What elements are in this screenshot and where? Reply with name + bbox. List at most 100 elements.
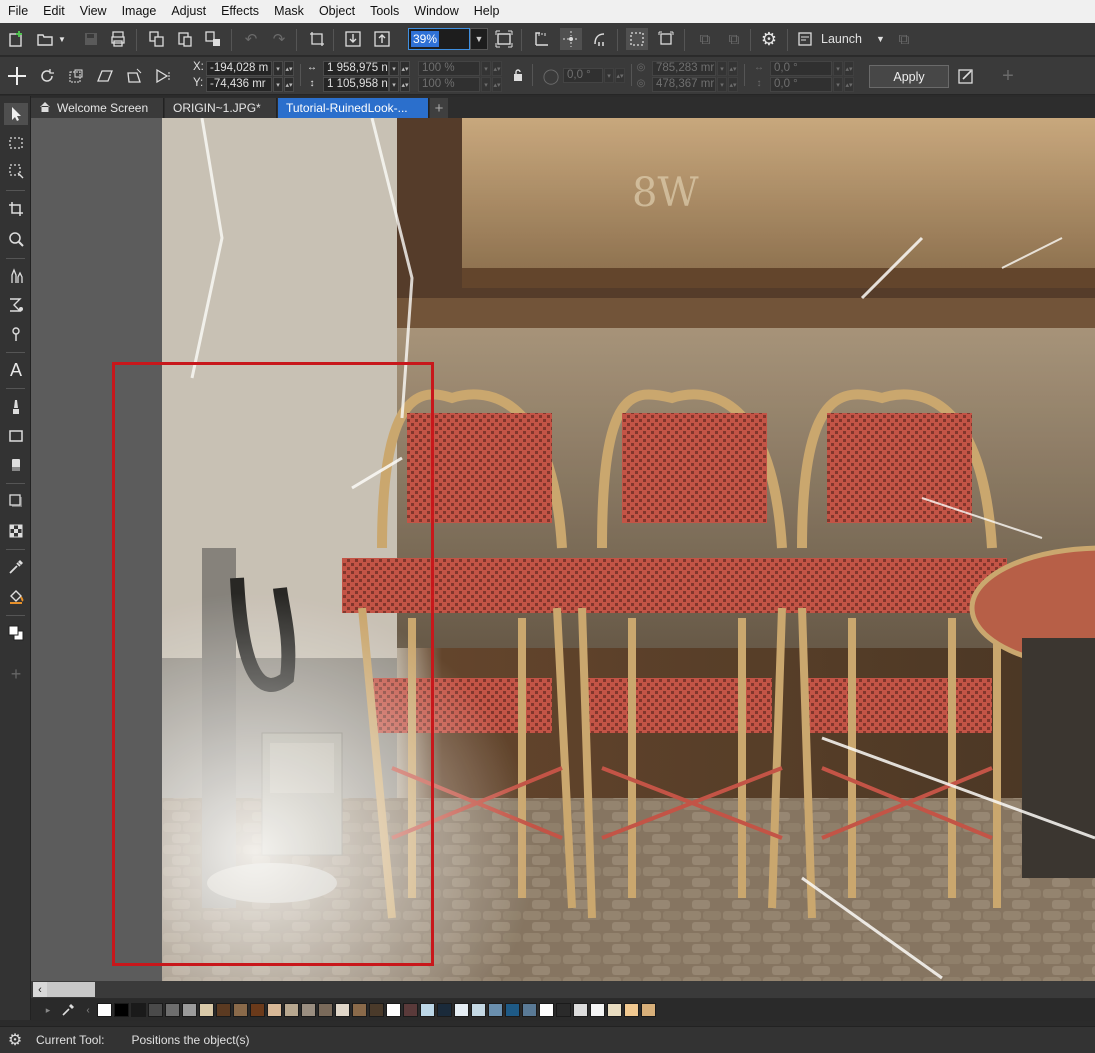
color-swatch[interactable] [318,1003,333,1017]
menu-window[interactable]: Window [406,0,465,23]
height-input[interactable]: 1 105,958 n [323,77,389,92]
height-spinner[interactable]: ▴▾ [400,77,410,92]
scale-width-spinner[interactable]: ▴▾ [492,61,502,76]
rotate-mode-icon[interactable] [36,65,58,87]
menu-edit[interactable]: Edit [35,0,72,23]
show-object-marquee-icon[interactable] [655,28,677,50]
color-swatch[interactable] [556,1003,571,1017]
print-icon[interactable] [107,28,129,50]
center-x-input[interactable]: 785,283 mr [652,61,716,76]
menu-adjust[interactable]: Adjust [163,0,213,23]
color-swatch[interactable] [97,1003,112,1017]
color-swatch[interactable] [488,1003,503,1017]
color-swatch[interactable] [148,1003,163,1017]
rotation-spinner[interactable]: ▴▾ [615,68,625,83]
fit-to-window-icon[interactable] [493,28,515,50]
red-eye-tool-icon[interactable] [4,265,28,287]
rectangle-tool-icon[interactable] [4,425,28,447]
crop-to-selection-icon[interactable] [306,28,328,50]
menu-view[interactable]: View [72,0,114,23]
color-swatch[interactable] [250,1003,265,1017]
open-icon[interactable] [34,28,56,50]
color-swatch[interactable] [233,1003,248,1017]
menu-effects[interactable]: Effects [213,0,266,23]
color-swatch[interactable] [420,1003,435,1017]
y-position-dropdown[interactable]: ▾ [273,77,283,92]
menu-help[interactable]: Help [466,0,507,23]
rotation-dropdown[interactable]: ▾ [604,68,614,83]
y-position-spinner[interactable]: ▴▾ [284,77,294,92]
color-swatch[interactable] [352,1003,367,1017]
import-icon[interactable] [342,28,364,50]
rulers-icon[interactable] [531,28,553,50]
color-swatch[interactable] [522,1003,537,1017]
skew-horizontal-input[interactable]: 0,0 ° [770,61,832,76]
center-y-dropdown[interactable]: ▾ [717,77,727,92]
selection-rectangle[interactable] [112,362,434,966]
color-swatch[interactable] [165,1003,180,1017]
liquify-tool-icon[interactable] [4,323,28,345]
tab-welcome-screen[interactable]: Welcome Screen [31,98,164,118]
scale-width-input[interactable]: 100 % [418,61,480,76]
redo-icon[interactable]: ↷ [268,28,290,50]
paint-tool-icon[interactable] [4,396,28,418]
width-dropdown[interactable]: ▾ [389,61,399,76]
height-dropdown[interactable]: ▾ [389,77,399,92]
center-x-dropdown[interactable]: ▾ [717,61,727,76]
add-toolbar-icon[interactable]: + [997,65,1019,87]
width-input[interactable]: 1 958,975 n [323,61,389,76]
palette-prev-arrow-icon[interactable]: ‹ [83,1003,93,1017]
snap-icon[interactable] [589,28,611,50]
scale-height-spinner[interactable]: ▴▾ [492,77,502,92]
x-position-spinner[interactable]: ▴▾ [284,61,294,76]
undo-icon[interactable]: ↶ [240,28,262,50]
center-y-input[interactable]: 478,367 mr [652,77,716,92]
palette-scroll-arrow-icon[interactable]: ▸ [43,1003,53,1017]
scrollbar-thumb[interactable] [47,982,95,997]
menu-object[interactable]: Object [311,0,362,23]
scale-width-dropdown[interactable]: ▾ [481,61,491,76]
menu-image[interactable]: Image [114,0,164,23]
copy-icon[interactable] [146,28,168,50]
zoom-dropdown-button[interactable]: ▼ [470,28,488,50]
tab-tutorial-ruinedlook[interactable]: Tutorial-RuinedLook-... [278,98,429,118]
status-settings-gear-icon[interactable]: ⚙ [0,1030,30,1050]
color-swatch[interactable] [131,1003,146,1017]
apply-button[interactable]: Apply [869,65,949,88]
color-swatch[interactable] [386,1003,401,1017]
launch-button[interactable]: Launch ▼ [797,28,885,50]
pick-tool-icon[interactable] [4,103,28,125]
corel-connect-icon[interactable]: ⧉ [893,28,915,50]
menu-tools[interactable]: Tools [362,0,406,23]
distort-mode-icon[interactable] [123,65,145,87]
eyedropper-tool-icon[interactable] [4,556,28,578]
perspective-mode-icon[interactable] [152,65,174,87]
scale-mode-icon[interactable] [65,65,87,87]
color-swatch[interactable] [114,1003,129,1017]
color-swatch[interactable] [301,1003,316,1017]
crop-tool-icon[interactable] [4,198,28,220]
x-position-dropdown[interactable]: ▾ [273,61,283,76]
merge-icon[interactable]: ⧉ [694,28,716,50]
color-swatch[interactable] [335,1003,350,1017]
mask-transform-tool-icon[interactable] [4,160,28,182]
color-swatch[interactable] [216,1003,231,1017]
color-swatch[interactable] [369,1003,384,1017]
paste-icon[interactable] [174,28,196,50]
options-gear-icon[interactable]: ⚙ [758,28,780,50]
paste-special-icon[interactable] [202,28,224,50]
color-swatch[interactable] [539,1003,554,1017]
horizontal-scrollbar[interactable]: ‹ [31,981,1095,998]
color-swatch[interactable] [454,1003,469,1017]
transparency-tool-icon[interactable] [4,520,28,542]
group-icon[interactable]: ⧉ [723,28,745,50]
rotation-angle-input[interactable]: 0,0 ° [563,68,603,83]
menu-mask[interactable]: Mask [266,0,311,23]
guidelines-icon[interactable] [560,28,582,50]
color-swatch[interactable] [607,1003,622,1017]
center-y-spinner[interactable]: ▴▾ [728,77,738,92]
color-swatch[interactable] [199,1003,214,1017]
width-spinner[interactable]: ▴▾ [400,61,410,76]
zoom-level-input[interactable]: 39% [408,28,470,50]
color-swatch[interactable] [182,1003,197,1017]
